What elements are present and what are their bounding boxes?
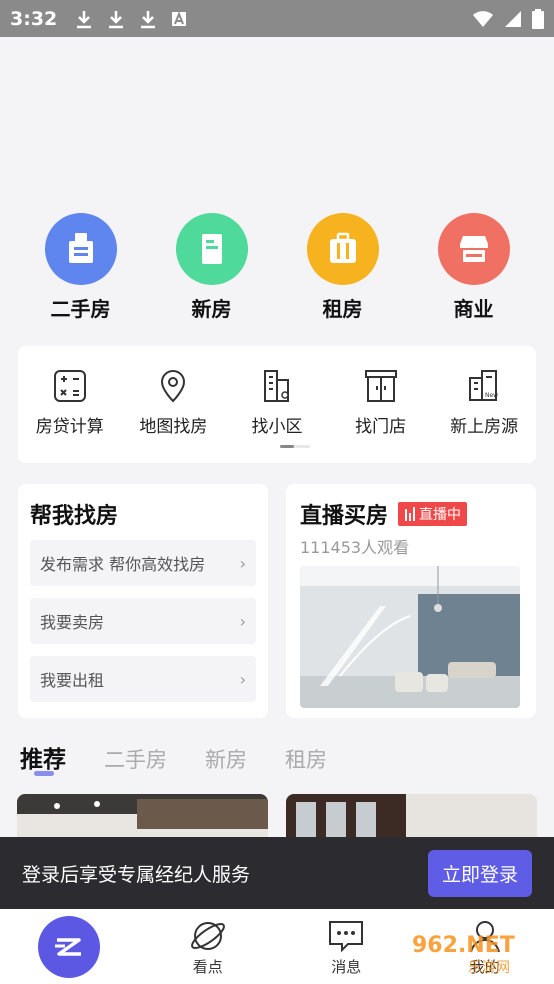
planet-icon	[190, 922, 225, 950]
live-bars-icon	[405, 507, 416, 521]
tool-map-search[interactable]: 地图找房	[123, 368, 223, 437]
help-item-label: 我要卖房	[40, 613, 105, 632]
status-bar: 3:32	[0, 0, 554, 37]
home-logo-icon	[38, 915, 101, 978]
chevron-right-icon: ›	[239, 611, 246, 631]
notification-icons	[75, 9, 187, 29]
battery-icon	[532, 8, 544, 29]
login-prompt-text: 登录后享受专属经纪人服务	[22, 863, 251, 886]
nav-label: 看点	[192, 958, 223, 976]
status-right	[472, 8, 544, 29]
message-icon	[329, 921, 364, 953]
nav-messages[interactable]: 消息	[296, 916, 396, 977]
live-thumbnail[interactable]	[300, 566, 520, 708]
help-item-post-request[interactable]: 发布需求 帮你高效找房 ›	[30, 540, 256, 586]
help-item-label: 我要出租	[40, 671, 105, 690]
watermark-logo: 962.NET 乐游网	[408, 928, 548, 978]
live-title: 直播买房	[300, 504, 389, 529]
page-indicator	[280, 445, 310, 448]
tab-recommend[interactable]: 推荐	[20, 740, 66, 776]
live-badge: 直播中	[398, 502, 468, 526]
tool-new-listing[interactable]: New 新上房源	[434, 368, 534, 437]
storefront-icon	[364, 370, 397, 402]
help-item-sell[interactable]: 我要卖房 ›	[30, 598, 256, 644]
tab-second-hand[interactable]: 二手房	[104, 744, 167, 774]
download-icon	[141, 10, 156, 28]
login-button[interactable]: 立即登录	[427, 849, 532, 897]
tool-label: 找小区	[251, 417, 303, 437]
svg-text:New: New	[485, 392, 498, 399]
tool-label: 地图找房	[139, 417, 208, 437]
calculator-icon	[53, 370, 86, 402]
category-label: 租房	[322, 297, 363, 321]
tab-new-house[interactable]: 新房	[205, 744, 247, 774]
new-building-icon	[175, 213, 248, 285]
wifi-icon	[473, 10, 493, 27]
category-new-house[interactable]: 新房	[157, 213, 267, 322]
nav-label: 消息	[331, 958, 362, 976]
new-listing-icon: New	[469, 370, 498, 401]
tool-community[interactable]: 找小区	[227, 368, 327, 437]
shop-icon	[437, 213, 510, 285]
live-badge-label: 直播中	[419, 507, 462, 523]
tool-mortgage-calc[interactable]: 房贷计算	[20, 368, 120, 437]
community-search-icon	[263, 370, 289, 402]
help-item-label: 发布需求 帮你高效找房	[40, 555, 206, 574]
category-label: 新房	[191, 297, 232, 321]
viewer-count: 111453人观看	[300, 538, 410, 557]
category-commercial[interactable]: 商业	[419, 213, 529, 322]
app-a-icon	[172, 10, 187, 26]
main-categories: 二手房 新房 租房 商业	[0, 213, 554, 322]
signal-icon	[505, 10, 521, 27]
category-label: 商业	[453, 297, 494, 321]
download-icon	[77, 10, 92, 28]
chevron-right-icon: ›	[239, 669, 246, 689]
download-icon	[109, 10, 124, 28]
tab-rent[interactable]: 租房	[285, 744, 327, 774]
help-find-card: 帮我找房 发布需求 帮你高效找房 › 我要卖房 › 我要出租 ›	[18, 484, 268, 718]
login-prompt-bar: 登录后享受专属经纪人服务 立即登录	[0, 837, 554, 909]
watermark-subtext: 乐游网	[468, 960, 510, 976]
suitcase-icon	[306, 213, 379, 285]
chevron-right-icon: ›	[239, 553, 246, 573]
building-icon	[44, 213, 117, 285]
tool-label: 房贷计算	[35, 417, 104, 437]
category-rent[interactable]: 租房	[288, 213, 398, 322]
status-time: 3:32	[10, 7, 58, 30]
recommend-tabs: 推荐 二手房 新房 租房	[20, 740, 327, 776]
category-second-hand[interactable]: 二手房	[26, 213, 136, 322]
tool-store[interactable]: 找门店	[331, 368, 431, 437]
map-pin-icon	[161, 370, 186, 403]
tool-label: 新上房源	[450, 417, 519, 437]
category-label: 二手房	[50, 297, 111, 321]
watermark-text: 962.NET	[412, 933, 515, 958]
nav-home[interactable]	[19, 915, 119, 978]
tool-label: 找门店	[355, 417, 407, 437]
live-buy-card[interactable]: 直播买房 直播中 111453人观看	[286, 484, 536, 718]
banner-area	[0, 37, 554, 207]
tools-card: 房贷计算 地图找房 找小区 找门店 New 新上房源	[18, 346, 536, 463]
help-title: 帮我找房	[30, 504, 119, 529]
nav-discover[interactable]: 看点	[158, 916, 258, 977]
help-item-rent-out[interactable]: 我要出租 ›	[30, 656, 256, 702]
